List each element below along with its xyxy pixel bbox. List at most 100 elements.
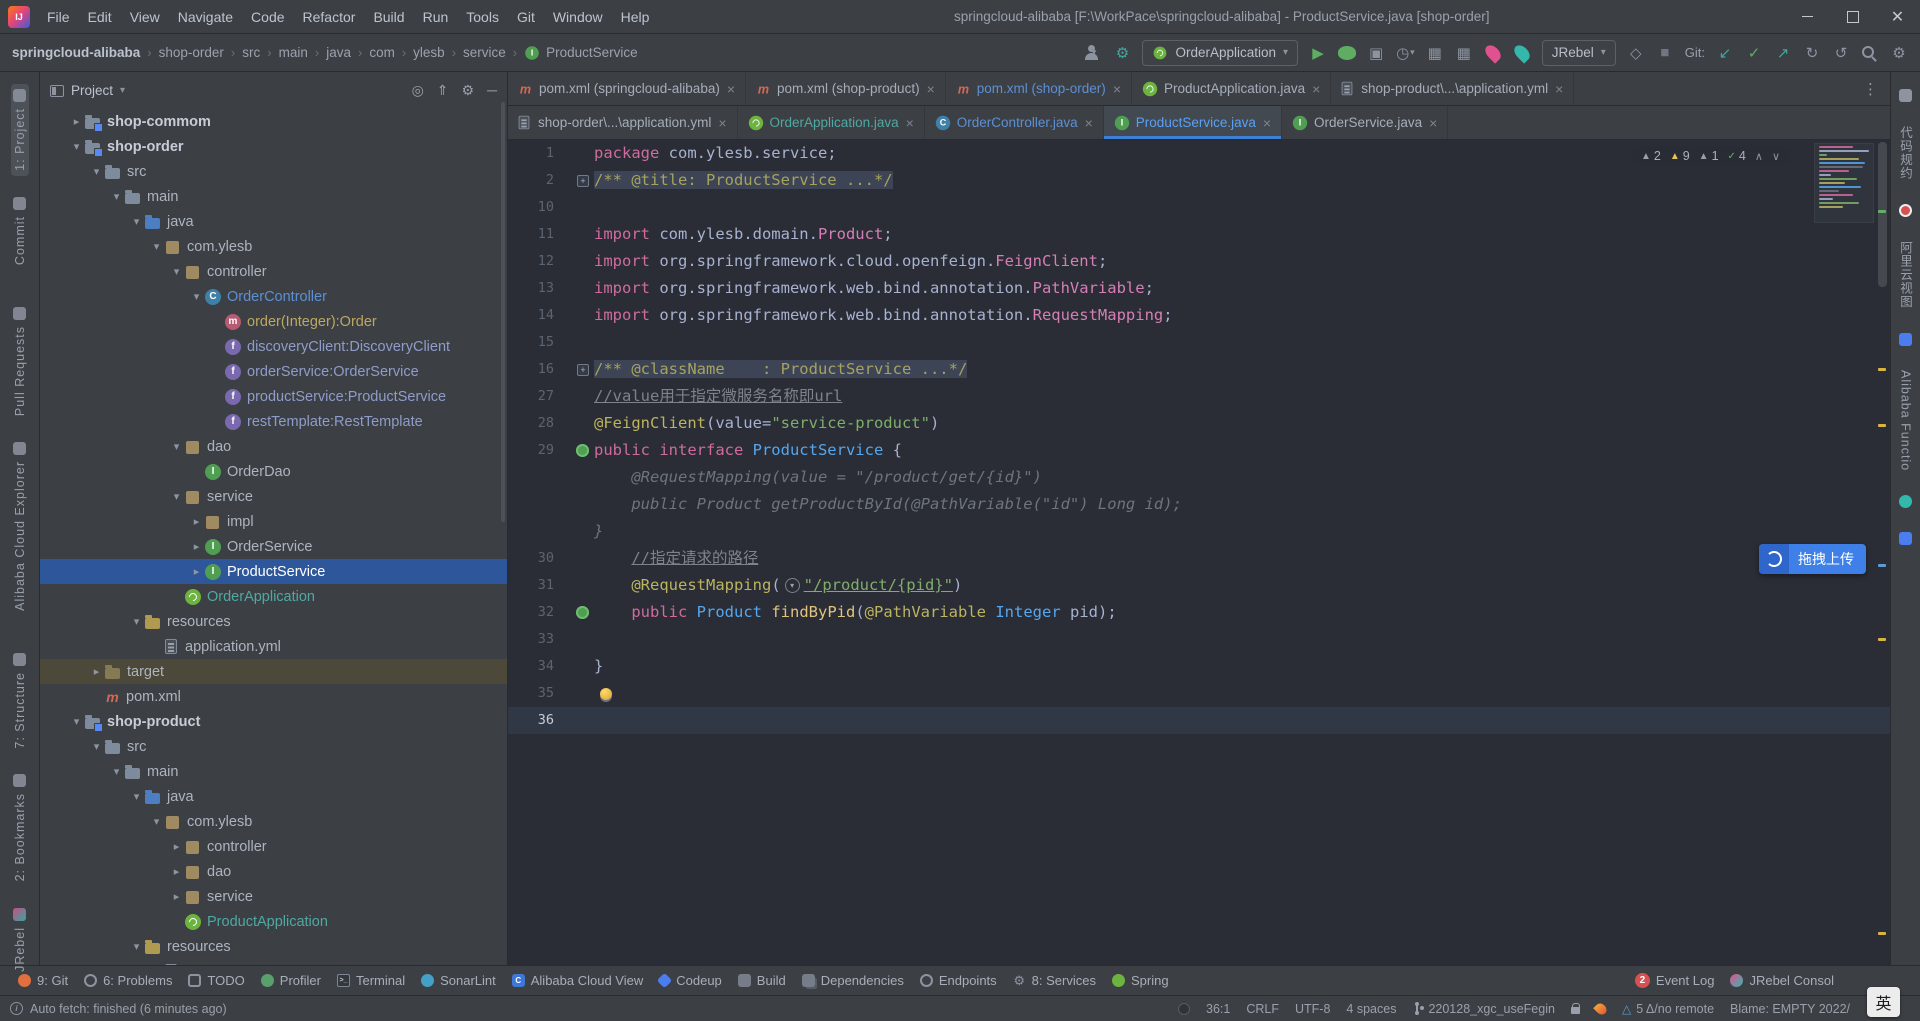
menu-navigate[interactable]: Navigate <box>169 4 242 30</box>
pull-requests-toolwindow-button[interactable]: Pull Requests <box>11 302 29 421</box>
layout-widget-icon[interactable] <box>1897 84 1914 107</box>
editor-tab[interactable]: I ProductService.java × <box>1103 106 1283 139</box>
alibaba-cloud-explorer-toolwindow-button[interactable]: Alibaba Cloud Explorer <box>11 437 29 616</box>
codeup-toolwindow-button[interactable]: Codeup <box>651 966 730 996</box>
jrebel-console-button[interactable]: JRebel Consol <box>1722 966 1842 996</box>
tree-row[interactable]: ▾ com.ylesb <box>40 809 507 834</box>
feign-client-gutter-icon[interactable] <box>576 606 589 619</box>
feign-client-gutter-icon[interactable] <box>576 444 589 457</box>
jrebel-select[interactable]: JRebel ▾ <box>1541 39 1616 66</box>
menu-build[interactable]: Build <box>364 4 413 30</box>
inspection-count[interactable]: ▲ 1 <box>1699 149 1719 163</box>
editor-tab[interactable]: m pom.xml (springcloud-alibaba) × <box>508 72 747 105</box>
close-tab-icon[interactable]: × <box>927 81 935 97</box>
build-module-button[interactable]: ⚙ <box>1113 43 1131 63</box>
inspection-count[interactable]: ✓ 4 <box>1728 149 1746 163</box>
tree-chevron-icon[interactable]: ▾ <box>148 240 165 253</box>
cloud-tool-icon[interactable] <box>1897 527 1914 550</box>
error-stripe-mark[interactable] <box>1878 638 1886 641</box>
debug-button[interactable] <box>1338 45 1357 60</box>
menu-help[interactable]: Help <box>612 4 659 30</box>
tree-row[interactable]: ▾ main <box>40 184 507 209</box>
build-toolwindow-button[interactable]: Build <box>730 966 794 996</box>
stop-button[interactable]: ■ <box>1656 43 1674 63</box>
tab-list-menu-icon[interactable]: ⋮ <box>1851 72 1890 105</box>
jrebel-flame[interactable] <box>1593 1000 1609 1017</box>
git-blame[interactable]: Blame: EMPTY 2022/ <box>1730 1002 1850 1016</box>
tree-chevron-icon[interactable]: ▾ <box>128 790 145 803</box>
tree-chevron-icon[interactable]: ▾ <box>168 440 185 453</box>
alibaba-cloud-view-tool[interactable]: 阿里云视图 <box>1894 236 1917 314</box>
spring-toolwindow-button[interactable]: Spring <box>1104 966 1177 996</box>
menu-git[interactable]: Git <box>508 4 544 30</box>
panel-settings-button[interactable]: ⚙ <box>462 82 475 99</box>
fold-marker-icon[interactable]: + <box>577 363 589 376</box>
tree-row[interactable]: ▾ src <box>40 734 507 759</box>
error-stripe-mark[interactable] <box>1878 424 1886 427</box>
breadcrumb-item[interactable]: shop-order <box>159 45 224 60</box>
drag-upload-button[interactable]: 拖拽上传 <box>1759 544 1866 574</box>
close-tab-icon[interactable]: × <box>1312 81 1320 97</box>
prev-problem-button[interactable]: ∧ <box>1755 150 1763 163</box>
git-update-button[interactable]: ↙ <box>1716 43 1734 63</box>
tree-row[interactable]: ▾ src <box>40 159 507 184</box>
jrebel-debug-button[interactable] <box>1511 41 1533 64</box>
codeup-tool-icon[interactable] <box>1897 328 1914 351</box>
tree-chevron-icon[interactable]: ▸ <box>188 565 205 578</box>
select-opened-file-button[interactable]: ◎ <box>412 82 424 99</box>
close-tab-icon[interactable]: × <box>1429 115 1437 131</box>
tree-row[interactable]: ▾ resources <box>40 609 507 634</box>
git-push-button[interactable]: ↗ <box>1774 43 1792 63</box>
multirun-icon[interactable]: ▦ <box>1426 43 1444 63</box>
tree-row[interactable]: ▸ I OrderService <box>40 534 507 559</box>
tree-row[interactable]: ▸ service <box>40 884 507 909</box>
services-toolwindow-button[interactable]: ⚙ 8: Services <box>1005 966 1104 996</box>
endpoint-inline-icon[interactable]: ▾ <box>784 578 800 593</box>
problems-toolwindow-button[interactable]: 6: Problems <box>76 966 180 996</box>
editor-tab[interactable]: I OrderService.java × <box>1282 106 1449 139</box>
error-stripe-mark[interactable] <box>1878 210 1886 213</box>
search-everywhere-button[interactable] <box>1861 45 1879 61</box>
editor-tab[interactable]: m pom.xml (shop-order) × <box>946 72 1132 105</box>
dependencies-toolwindow-button[interactable]: Dependencies <box>794 966 912 996</box>
tree-row[interactable]: ▾ shop-product <box>40 709 507 734</box>
tree-chevron-icon[interactable]: ▾ <box>168 265 185 278</box>
project-tree-scrollbar[interactable] <box>501 102 505 522</box>
breadcrumb-item[interactable]: java <box>326 45 351 60</box>
terminal-toolwindow-button[interactable]: >_ Terminal <box>329 966 413 996</box>
event-log-button[interactable]: 2 Event Log <box>1627 966 1723 996</box>
tree-row[interactable]: ▸ controller <box>40 834 507 859</box>
tree-chevron-icon[interactable]: ▾ <box>148 815 165 828</box>
git-commit-button[interactable]: ✓ <box>1745 43 1763 63</box>
coverage-button[interactable]: ▣ <box>1367 43 1385 63</box>
breadcrumb-item[interactable]: ProductService <box>546 45 638 60</box>
tree-row[interactable]: ▾ service <box>40 484 507 509</box>
tree-chevron-icon[interactable]: ▾ <box>108 765 125 778</box>
encoding[interactable]: UTF-8 <box>1295 1002 1330 1016</box>
tree-row[interactable]: ▾ dao <box>40 434 507 459</box>
breadcrumb-item[interactable]: main <box>279 45 308 60</box>
menu-window[interactable]: Window <box>544 4 612 30</box>
breadcrumb-item[interactable]: src <box>242 45 260 60</box>
tree-chevron-icon[interactable]: ▾ <box>168 490 185 503</box>
editor-scrollbar[interactable] <box>1878 142 1887 287</box>
editor-tab[interactable]: C OrderController.java × <box>925 106 1104 139</box>
tree-chevron-icon[interactable]: ▸ <box>168 865 185 878</box>
chevron-down-icon[interactable]: ▾ <box>120 85 125 96</box>
tree-chevron-icon[interactable]: ▾ <box>88 165 105 178</box>
close-button[interactable]: ✕ <box>1875 0 1920 34</box>
alibaba-function-tool[interactable]: Alibaba Functio <box>1897 365 1915 476</box>
collapse-all-button[interactable]: ⇑ <box>437 82 449 99</box>
code-editor[interactable]: 1 package com.ylesb.service; 2 + /** @title:… <box>508 140 1890 965</box>
caret-position[interactable]: 36:1 <box>1206 1002 1230 1016</box>
tree-row[interactable]: m order(Integer):Order <box>40 309 507 334</box>
menu-file[interactable]: File <box>38 4 79 30</box>
endpoints-toolwindow-button[interactable]: Endpoints <box>912 966 1005 996</box>
tree-row[interactable]: ▸ I ProductService <box>40 559 507 584</box>
tree-row[interactable]: ▾ com.ylesb <box>40 234 507 259</box>
bookmarks-toolwindow-button[interactable]: 2: Bookmarks <box>11 769 29 886</box>
tree-row[interactable]: ▾ controller <box>40 259 507 284</box>
tree-chevron-icon[interactable]: ▸ <box>88 665 105 678</box>
tree-chevron-icon[interactable]: ▸ <box>68 115 85 128</box>
menu-code[interactable]: Code <box>242 4 293 30</box>
